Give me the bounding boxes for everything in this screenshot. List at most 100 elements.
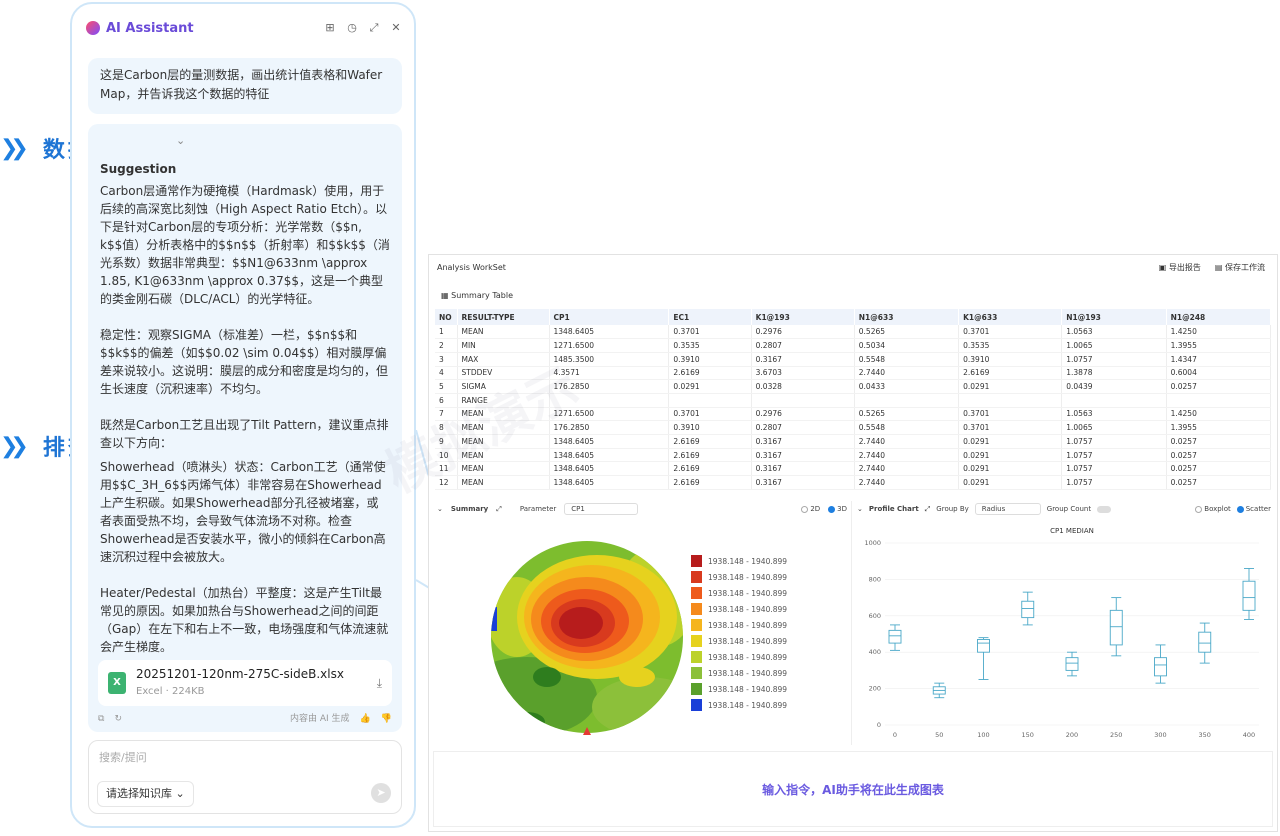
table-row[interactable]: 9 MEAN 1348.6405 2.6169 0.3167 2.7440 0.0291 1.…	[435, 434, 1272, 449]
close-icon[interactable]: ✕	[390, 21, 402, 35]
table-cell: 1.0757	[1061, 434, 1167, 449]
collapse-icon[interactable]: ⌄	[437, 505, 443, 513]
legend-swatch	[691, 619, 702, 631]
y-tick-label: 800	[869, 575, 881, 583]
view-2d-option[interactable]: 2D	[801, 505, 820, 513]
table-cell: 2.7440	[854, 434, 960, 449]
radio-2d[interactable]	[801, 505, 809, 513]
send-icon[interactable]: ➤	[371, 783, 391, 803]
table-header-row: NO RESULT-TYPE CP1 EC1 K1@193 N1@633 K1@633 N1@…	[435, 309, 1272, 325]
legend-swatch	[691, 651, 702, 663]
column-header[interactable]: N1@633	[854, 309, 960, 325]
radio-boxplot[interactable]	[1195, 505, 1203, 513]
table-row[interactable]: 11 MEAN 1348.6405 2.6169 0.3167 2.7440 0.0291 1…	[435, 461, 1272, 477]
table-cell: 0.3701	[668, 407, 752, 422]
fullscreen-icon[interactable]: ⤢	[925, 505, 931, 514]
table-cell: 0.0433	[854, 379, 960, 394]
column-header[interactable]: N1@248	[1166, 309, 1272, 325]
scatter-label: Scatter	[1245, 505, 1271, 513]
group-count-toggle[interactable]	[1097, 505, 1112, 513]
table-cell: 2.6169	[668, 434, 752, 449]
attachment-card[interactable]: X 20251201-120nm-275C-sideB.xlsx Excel ·…	[98, 660, 392, 706]
ai-chart-area[interactable]: 输入指令，AI助手将在此生成图表	[433, 751, 1273, 827]
view-3d-option[interactable]: 3D	[828, 505, 847, 513]
legend-item: 1938.148 - 1940.899	[691, 553, 801, 569]
save-workflow-button[interactable]: ▤ 保存工作流	[1215, 262, 1265, 273]
table-cell: 2.7440	[854, 475, 960, 490]
table-cell: 3	[435, 352, 458, 367]
regenerate-icon[interactable]: ↻	[114, 710, 122, 728]
download-icon[interactable]: ⤓	[377, 674, 382, 692]
copy-icon[interactable]: ⧉	[98, 710, 104, 728]
table-cell: 0.2976	[751, 325, 855, 340]
parameter-select[interactable]: CP1	[564, 503, 639, 515]
chat-input[interactable]: 搜索/提问 请选择知识库 ⌄ ➤	[88, 740, 402, 814]
column-header[interactable]: CP1	[549, 309, 670, 325]
table-cell: 1348.6405	[549, 434, 670, 449]
table-cell: MEAN	[457, 325, 550, 340]
workset-title: Analysis WorkSet	[437, 263, 506, 272]
assistant-logo-icon	[86, 21, 100, 35]
legend-label: 1938.148 - 1940.899	[708, 604, 788, 614]
ai-generated-note: 内容由 AI 生成	[290, 714, 350, 724]
column-header[interactable]: K1@193	[751, 309, 855, 325]
table-cell	[668, 393, 752, 408]
column-header[interactable]: K1@633	[958, 309, 1063, 325]
assistant-reply: ⌄ Suggestion Carbon层通常作为硬掩模（Hardmask）使用，…	[88, 124, 402, 732]
parameter-label: Parameter	[519, 505, 557, 513]
table-row[interactable]: 12 MEAN 1348.6405 2.6169 0.3167 2.7440 0.0291 1…	[435, 475, 1272, 490]
export-report-button[interactable]: ▣ 导出报告	[1159, 262, 1201, 273]
reply-paragraph: Carbon层通常作为硬掩模（Hardmask）使用，用于后续的高深宽比刻蚀（H…	[100, 184, 390, 306]
table-cell	[958, 393, 1063, 408]
table-cell: 0.3701	[958, 407, 1063, 422]
reply-paragraph: Showerhead（喷淋头）状态：Carbon工艺（通常使用$$C_3H_6$…	[100, 460, 386, 564]
fullscreen-icon[interactable]: ⤢	[496, 505, 502, 514]
legend-swatch	[691, 683, 702, 695]
reply-paragraph: 稳定性：观察SIGMA（标准差）一栏，$$n$$和$$k$$的偏差（如$$0.0…	[100, 328, 389, 396]
new-chat-icon[interactable]: ⊞	[324, 21, 336, 35]
table-cell: 5	[435, 379, 458, 394]
table-row[interactable]: 2 MIN 1271.6500 0.3535 0.2807 0.5034 0.3535 1.0…	[435, 338, 1272, 353]
table-cell	[751, 393, 855, 408]
boxplot-option[interactable]: Boxplot	[1195, 505, 1231, 513]
group-by-select[interactable]: Radius	[974, 503, 1041, 515]
table-cell: 0.3910	[668, 352, 752, 367]
table-cell	[854, 393, 960, 408]
table-cell: 1.3878	[1061, 366, 1167, 381]
history-icon[interactable]: ◷	[346, 21, 358, 35]
chevron-down-icon[interactable]: ⌄	[176, 132, 185, 150]
column-header[interactable]: RESULT-TYPE	[457, 309, 550, 325]
box	[1198, 631, 1212, 653]
table-row[interactable]: 10 MEAN 1348.6405 2.6169 0.3167 2.7440 0.0291 1…	[435, 448, 1272, 463]
legend-swatch	[691, 667, 702, 679]
table-cell: 0.3910	[668, 420, 752, 435]
y-tick-label: 400	[869, 648, 881, 656]
column-header[interactable]: NO	[435, 309, 458, 325]
scatter-option[interactable]: Scatter	[1236, 505, 1271, 513]
table-cell: MIN	[457, 338, 550, 353]
thumbs-down-icon[interactable]: 👎	[381, 710, 392, 728]
radio-3d[interactable]	[828, 505, 836, 513]
x-tick-label: 200	[1066, 731, 1078, 739]
thumbs-up-icon[interactable]: 👍	[360, 710, 371, 728]
column-header[interactable]: EC1	[668, 309, 752, 325]
table-cell: 3.6703	[751, 366, 855, 381]
table-cell: 1.4250	[1166, 325, 1272, 340]
table-cell: 1.0757	[1061, 475, 1167, 490]
knowledge-base-select[interactable]: 请选择知识库 ⌄	[97, 781, 194, 807]
x-tick-label: 100	[977, 731, 989, 739]
table-row[interactable]: 1 MEAN 1348.6405 0.3701 0.2976 0.5265 0.3701 1.…	[435, 325, 1272, 340]
table-cell: 0.3167	[751, 461, 855, 477]
table-cell: 0.0257	[1166, 475, 1272, 490]
table-cell: 1348.6405	[549, 448, 670, 463]
table-cell: 0.2807	[751, 420, 855, 435]
collapse-icon[interactable]: ⌄	[857, 505, 863, 513]
expand-icon[interactable]: ⤢	[368, 21, 380, 35]
column-header[interactable]: N1@193	[1061, 309, 1167, 325]
table-cell: 2.6169	[958, 366, 1063, 381]
radio-scatter[interactable]	[1236, 505, 1244, 513]
save-label: 保存工作流	[1225, 263, 1265, 272]
table-cell: 1.0757	[1061, 448, 1167, 463]
assistant-title: AI Assistant	[106, 20, 194, 36]
legend-label: 1938.148 - 1940.899	[708, 572, 788, 582]
